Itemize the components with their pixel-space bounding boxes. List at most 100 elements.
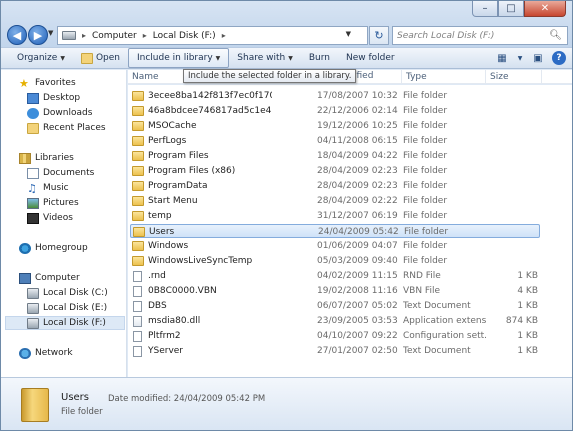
breadcrumb-separator[interactable]: ▸ — [143, 31, 147, 40]
homegroup-icon — [19, 242, 31, 254]
window-controls: – □ ✕ — [472, 1, 566, 17]
refresh-icon: ↻ — [374, 29, 384, 42]
documents-icon — [27, 167, 39, 179]
folder-icon — [132, 136, 144, 146]
breadcrumb-separator[interactable]: ▸ — [82, 31, 86, 40]
navigation-pane: ★ Favorites Desktop Downloads Recent Plac… — [1, 70, 127, 377]
file-row[interactable]: YServer 27/01/2007 02:50 ... Text Document… — [130, 344, 540, 358]
file-size — [486, 89, 538, 103]
file-date: 28/04/2009 02:22 ... — [317, 196, 399, 206]
file-name: Users — [149, 227, 175, 237]
views-dropdown-icon[interactable]: ▼ — [516, 50, 524, 66]
share-with-button[interactable]: Share with ▼ — [229, 48, 301, 68]
sidebar-item-homegroup[interactable]: Homegroup — [19, 241, 88, 255]
breadcrumb-computer[interactable]: Computer — [92, 31, 137, 41]
file-row[interactable]: temp 31/12/2007 06:19 ... File folder — [130, 209, 540, 223]
breadcrumb-separator[interactable]: ▸ — [222, 31, 226, 40]
file-row[interactable]: Start Menu 28/04/2009 02:22 ... File folde… — [130, 194, 540, 208]
burn-button[interactable]: Burn — [301, 48, 338, 68]
sidebar-item-videos[interactable]: Videos — [27, 211, 73, 225]
recent-pages-dropdown-icon[interactable]: ▼ — [48, 29, 53, 37]
file-row[interactable]: PerfLogs 04/11/2008 06:15 ... File folder — [130, 134, 540, 148]
file-name: WindowsLiveSyncTemp — [148, 256, 253, 266]
sidebar-label: Music — [43, 183, 69, 193]
sidebar-item-disk-e[interactable]: Local Disk (E:) — [27, 301, 107, 315]
file-row[interactable]: msdia80.dll 23/09/2005 03:53 ... Applicati… — [130, 314, 540, 328]
breadcrumb-local-disk-f[interactable]: Local Disk (F:) — [153, 31, 216, 41]
sidebar-item-network[interactable]: Network — [19, 346, 73, 360]
file-size — [486, 164, 538, 178]
address-row: – □ ✕ ◀ ▶ ▼ ▸ Computer ▸ Local Disk (F:)… — [1, 1, 572, 47]
folder-icon — [133, 227, 145, 237]
new-folder-label: New folder — [345, 53, 395, 63]
sidebar-item-downloads[interactable]: Downloads — [27, 106, 92, 120]
sidebar-item-recent-places[interactable]: Recent Places — [27, 121, 106, 135]
folder-icon — [132, 166, 144, 176]
drive-icon — [27, 317, 39, 329]
sidebar-item-disk-c[interactable]: Local Disk (C:) — [27, 286, 108, 300]
file-row[interactable]: Windows 01/06/2009 04:07 ... File folder — [130, 239, 540, 253]
file-type: File folder — [403, 196, 448, 206]
forward-button[interactable]: ▶ — [28, 25, 48, 45]
file-row[interactable]: .rnd 04/02/2009 11:15 ... RND File 1 KB — [130, 269, 540, 283]
close-button[interactable]: ✕ — [524, 1, 566, 17]
file-row[interactable]: MSOCache 19/12/2006 10:25 ... File folder — [130, 119, 540, 133]
search-placeholder: Search Local Disk (F:) — [397, 30, 495, 41]
file-row[interactable]: ProgramData 28/04/2009 02:23 ... File fold… — [130, 179, 540, 193]
open-button[interactable]: Open — [73, 48, 128, 68]
file-row[interactable]: Pltfrm2 04/10/2007 09:22 ... Configuration… — [130, 329, 540, 343]
drive-icon — [62, 31, 76, 40]
column-size[interactable]: Size — [486, 70, 542, 84]
file-row[interactable]: 3ecee8ba142f813f7ec0f17066ba39 17/08/2007… — [130, 89, 540, 103]
file-row[interactable]: Users 24/04/2009 05:42 ... File folder — [130, 224, 540, 238]
address-bar[interactable]: ▸ Computer ▸ Local Disk (F:) ▸ ▼ — [57, 26, 368, 45]
file-row[interactable]: WindowsLiveSyncTemp 05/03/2009 09:40 ... F… — [130, 254, 540, 268]
sidebar-item-computer[interactable]: Computer — [19, 271, 80, 285]
file-name-cell: Windows — [132, 239, 272, 253]
file-name-cell: Program Files (x86) — [132, 164, 272, 178]
maximize-button[interactable]: □ — [498, 1, 524, 17]
sidebar-item-libraries[interactable]: Libraries — [19, 151, 74, 165]
minimize-button[interactable]: – — [472, 1, 498, 17]
file-size — [486, 134, 538, 148]
preview-pane-icon[interactable]: ▣ — [530, 50, 546, 66]
file-name: YServer — [148, 346, 184, 356]
sidebar-label: Recent Places — [43, 123, 106, 133]
sidebar-item-disk-f[interactable]: Local Disk (F:) — [5, 316, 125, 330]
sidebar-item-pictures[interactable]: Pictures — [27, 196, 79, 210]
back-button[interactable]: ◀ — [7, 25, 27, 45]
file-row[interactable]: DBS 06/07/2007 05:02 ... Text Document 1 KB — [130, 299, 540, 313]
sidebar-item-desktop[interactable]: Desktop — [27, 91, 80, 105]
sidebar-item-music[interactable]: ♫ Music — [27, 181, 69, 195]
search-input[interactable]: Search Local Disk (F:) 🔍︎ — [392, 26, 568, 45]
file-name: .rnd — [148, 271, 166, 281]
file-row[interactable]: Program Files (x86) 28/04/2009 02:23 ... F… — [130, 164, 540, 178]
file-row[interactable]: 46a8bdcee746817ad5c1e4bd47405f 22/12/2006… — [130, 104, 540, 118]
file-row[interactable]: 0B8C0000.VBN 19/02/2008 11:16 ... VBN File… — [130, 284, 540, 298]
sidebar-item-documents[interactable]: Documents — [27, 166, 94, 180]
column-type[interactable]: Type — [402, 70, 486, 84]
sidebar-label: Network — [35, 348, 73, 358]
file-size: 4 KB — [517, 286, 538, 296]
explorer-window: – □ ✕ ◀ ▶ ▼ ▸ Computer ▸ Local Disk (F:)… — [0, 0, 573, 431]
column-size-label: Size — [490, 72, 509, 82]
back-arrow-icon: ◀ — [12, 28, 22, 42]
file-type: File folder — [403, 241, 448, 251]
file-row[interactable]: Program Files 18/04/2009 04:22 ... File fo… — [130, 149, 540, 163]
sidebar-label: Videos — [43, 213, 73, 223]
file-size: 1 KB — [517, 271, 538, 281]
column-name-label: Name — [132, 72, 159, 82]
address-dropdown-icon[interactable]: ▼ — [346, 30, 351, 38]
views-icon[interactable]: ▦ — [494, 50, 510, 66]
folder-icon — [132, 211, 144, 221]
refresh-button[interactable]: ↻ — [369, 26, 389, 45]
sidebar-item-favorites[interactable]: ★ Favorites — [19, 76, 76, 90]
recent-places-icon — [27, 122, 39, 134]
organize-button[interactable]: Organize ▼ — [9, 48, 73, 68]
file-size — [486, 119, 538, 133]
file-type: File folder — [403, 136, 448, 146]
search-icon[interactable]: 🔍︎ — [549, 30, 562, 41]
include-in-library-button[interactable]: Include in library ▼ — [128, 48, 230, 68]
new-folder-button[interactable]: New folder — [338, 48, 403, 68]
help-icon[interactable]: ? — [552, 51, 566, 65]
